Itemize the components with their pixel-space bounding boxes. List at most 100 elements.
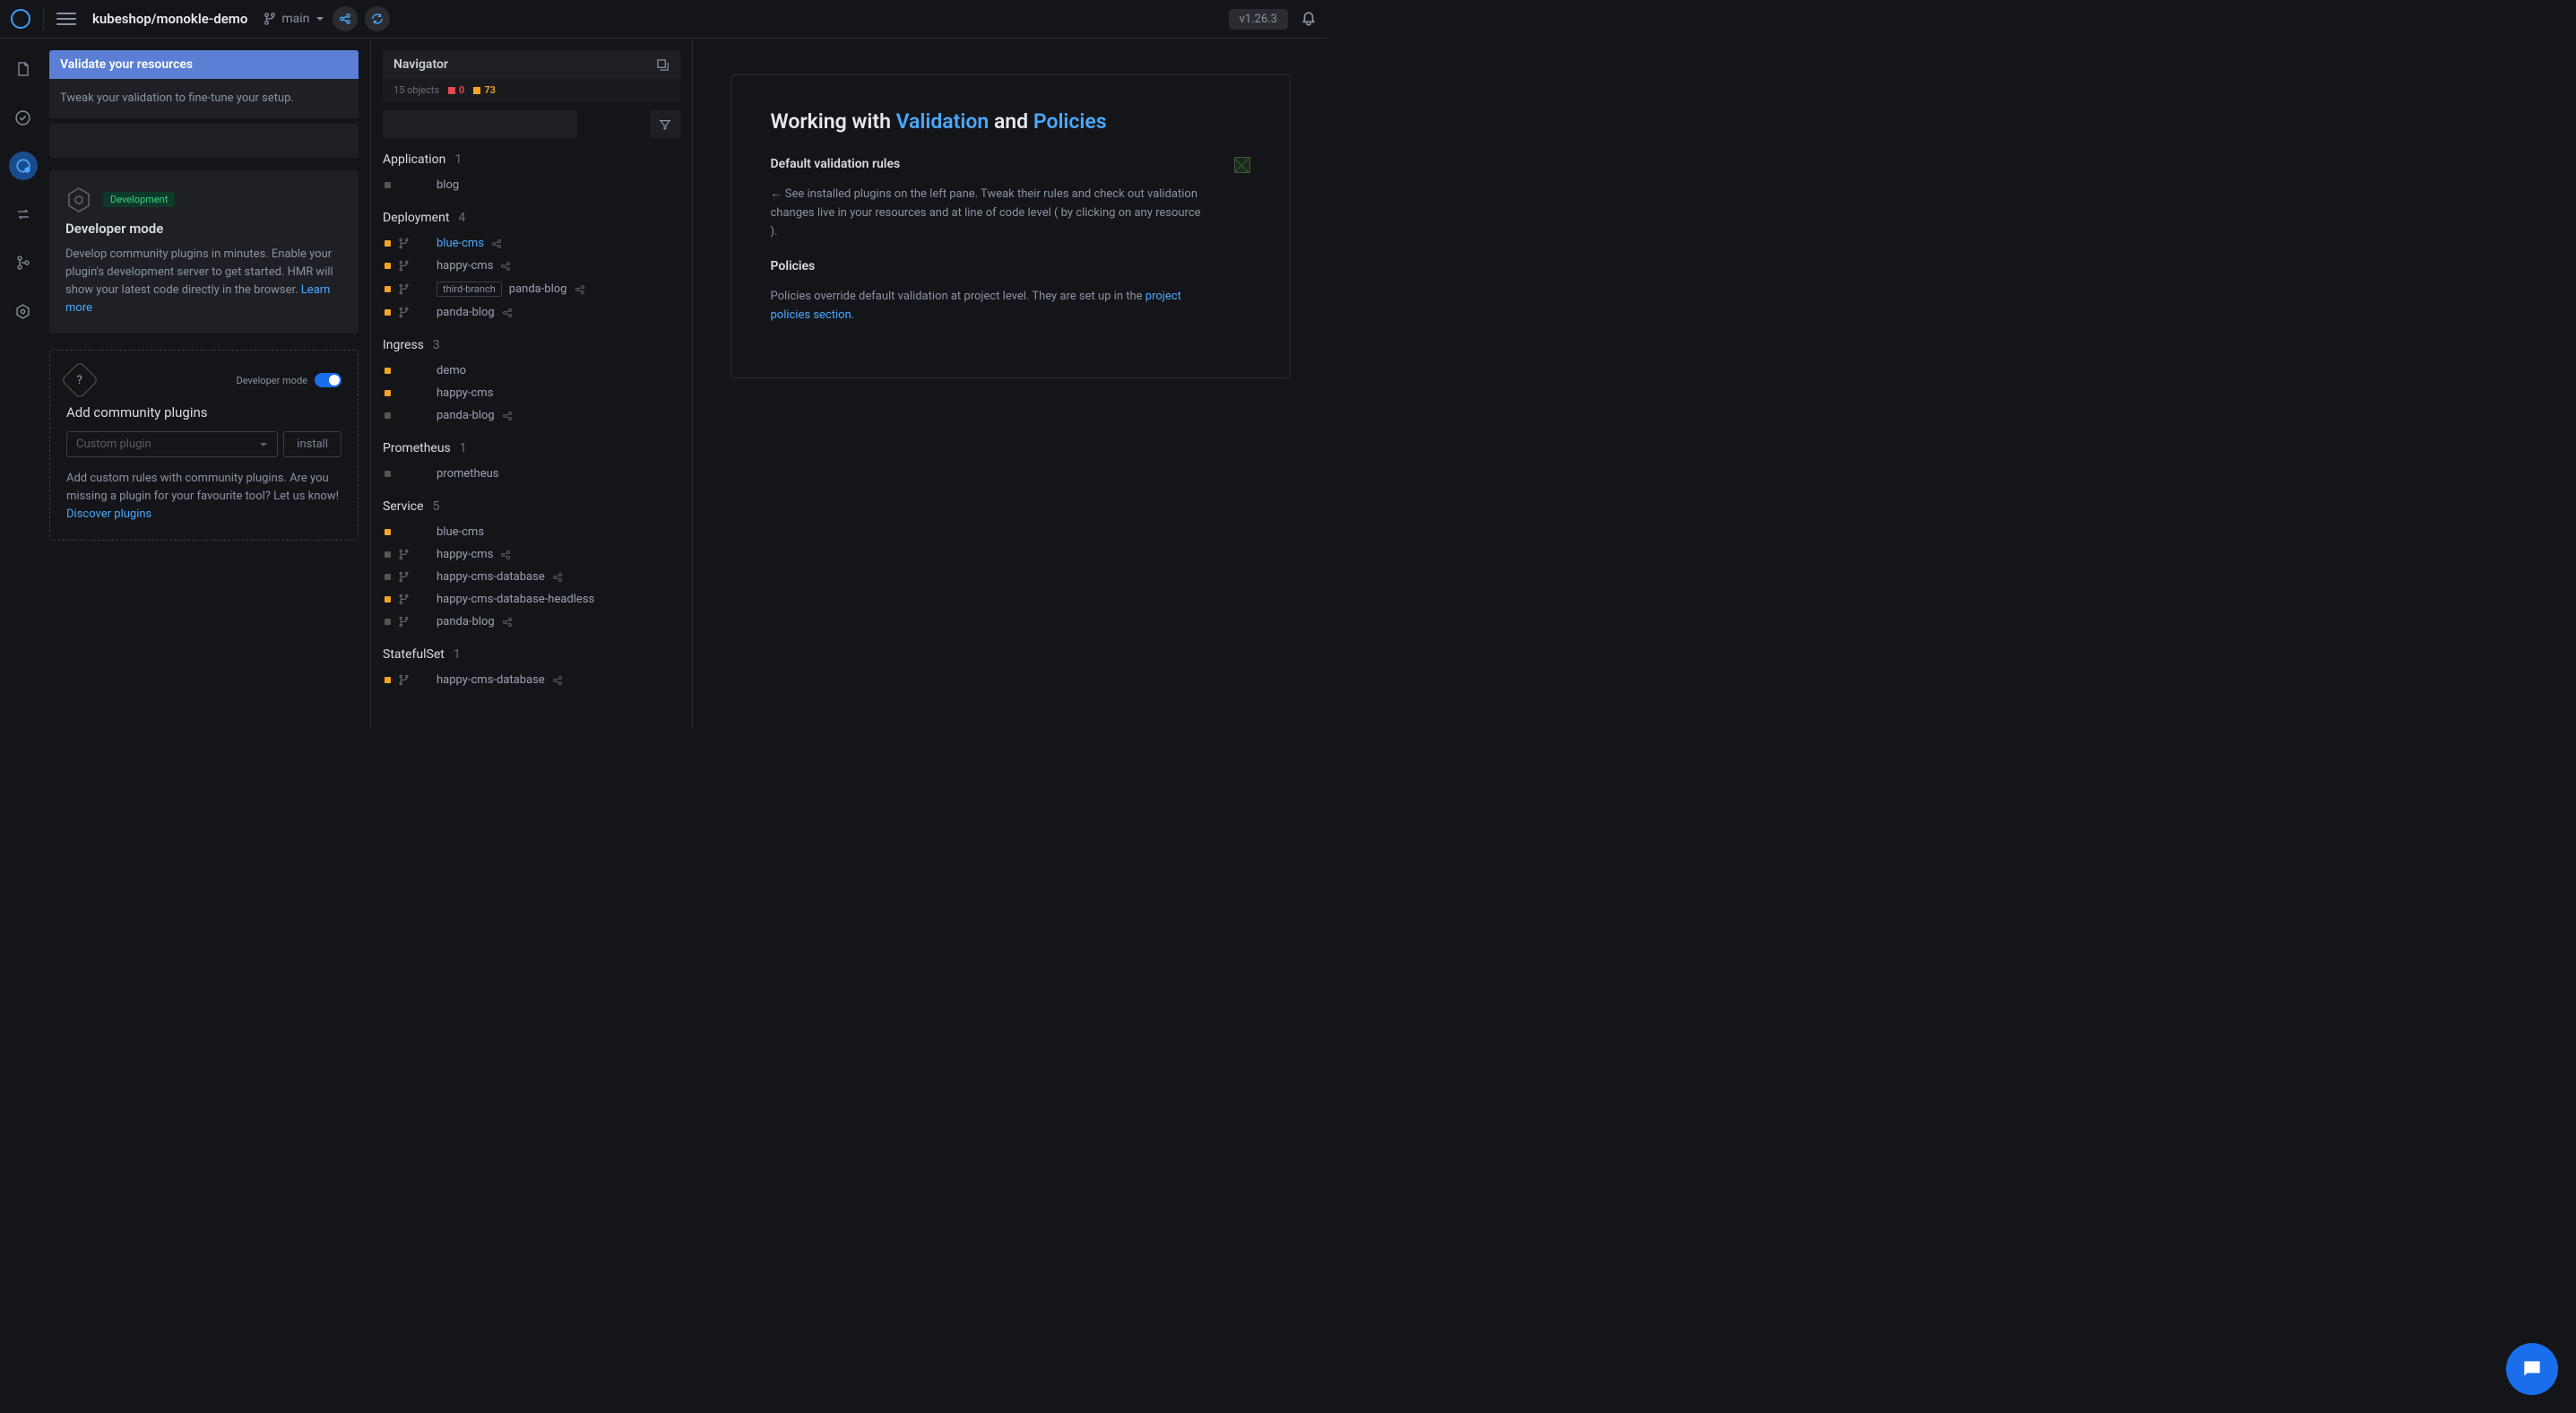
- search-input[interactable]: [383, 110, 577, 138]
- git-branch-icon: [264, 13, 276, 25]
- dev-hex-icon: [65, 186, 92, 213]
- group-header[interactable]: Deployment4: [383, 211, 680, 225]
- status-dot: [385, 286, 391, 292]
- resource-item[interactable]: happy-cms-database-headless: [383, 588, 680, 611]
- resource-name: panda-blog: [437, 306, 495, 319]
- resource-item[interactable]: happy-cms: [383, 543, 680, 566]
- chat-icon: [2520, 1357, 2544, 1381]
- bell-icon: [1301, 11, 1317, 27]
- chevron-down-icon: [315, 13, 325, 24]
- developer-mode-toggle[interactable]: [315, 373, 341, 387]
- discover-plugins-link[interactable]: Discover plugins: [66, 507, 151, 521]
- resource-item[interactable]: prometheus: [383, 463, 680, 485]
- project-name: kubeshop/monokle-demo: [92, 11, 247, 27]
- resource-item[interactable]: demo: [383, 360, 680, 382]
- branch-icon: [398, 260, 410, 272]
- branch-selector[interactable]: main: [264, 12, 325, 26]
- branch-icon: [398, 571, 410, 583]
- resource-item[interactable]: third-branchpanda-blog: [383, 277, 680, 301]
- resource-item[interactable]: blog: [383, 174, 680, 196]
- resource-name: panda-blog: [437, 615, 495, 628]
- group-header[interactable]: Service5: [383, 499, 680, 514]
- resource-item[interactable]: happy-cms: [383, 255, 680, 277]
- activity-check[interactable]: [9, 103, 38, 132]
- share-icon: [502, 617, 513, 628]
- share-icon: [339, 13, 351, 25]
- resource-name: happy-cms-database: [437, 570, 545, 584]
- toggle-label: Developer mode: [237, 375, 307, 386]
- navigator-title: Navigator: [393, 57, 448, 72]
- error-count: 0: [448, 84, 464, 96]
- resource-item[interactable]: happy-cms: [383, 382, 680, 404]
- file-icon: [16, 62, 30, 76]
- check-circle-icon: [15, 110, 30, 126]
- status-dot: [385, 529, 391, 535]
- resource-item[interactable]: happy-cms-database: [383, 669, 680, 691]
- activity-settings[interactable]: [9, 297, 38, 325]
- resource-item[interactable]: blue-cms: [383, 232, 680, 255]
- status-dot: [385, 574, 391, 580]
- refresh-icon: [371, 13, 384, 25]
- group-header[interactable]: Ingress3: [383, 338, 680, 352]
- resource-name: happy-cms: [437, 386, 493, 400]
- share-button[interactable]: [333, 6, 358, 31]
- group-header[interactable]: Prometheus1: [383, 441, 680, 455]
- branch-icon: [398, 283, 410, 295]
- status-dot: [385, 240, 391, 247]
- validate-header[interactable]: Validate your resources: [49, 50, 359, 79]
- status-dot: [385, 596, 391, 602]
- branch-icon: [398, 674, 410, 686]
- resource-name: happy-cms-database-headless: [437, 593, 594, 606]
- image-placeholder: [1234, 157, 1250, 173]
- resource-item[interactable]: panda-blog: [383, 404, 680, 427]
- filter-button[interactable]: [650, 110, 680, 138]
- group-header[interactable]: StatefulSet1: [383, 647, 680, 662]
- arrows-icon: [16, 207, 30, 221]
- resource-name: blue-cms: [437, 525, 484, 539]
- install-button[interactable]: install: [283, 431, 341, 457]
- object-count: 15 objects: [393, 84, 439, 96]
- validation-info-card: Working with Validation and Policies Def…: [730, 74, 1291, 378]
- share-icon: [575, 284, 585, 295]
- status-dot: [385, 263, 391, 269]
- activity-validation[interactable]: [9, 152, 38, 180]
- notifications-button[interactable]: [1301, 11, 1317, 27]
- resource-name: prometheus: [437, 467, 498, 481]
- default-rules-text: ← See installed plugins on the left pane…: [771, 186, 1207, 241]
- status-dot: [385, 677, 391, 683]
- activity-git[interactable]: [9, 248, 38, 277]
- status-dot: [385, 390, 391, 396]
- status-dot: [385, 471, 391, 477]
- community-plugins-card: ? Developer mode Add community plugins C…: [49, 350, 359, 541]
- developer-mode-title: Developer mode: [65, 221, 342, 237]
- branch-icon: [398, 594, 410, 605]
- resource-name: demo: [437, 364, 466, 377]
- developer-mode-description: Develop community plugins in minutes. En…: [65, 246, 342, 318]
- branch-name: main: [281, 12, 309, 26]
- share-icon: [502, 411, 513, 421]
- plugin-select[interactable]: Custom plugin: [66, 431, 278, 457]
- activity-file[interactable]: [9, 55, 38, 83]
- separator: [43, 8, 44, 30]
- collapsed-card[interactable]: [49, 124, 359, 158]
- resource-item[interactable]: panda-blog: [383, 301, 680, 324]
- resource-name: happy-cms: [437, 548, 493, 561]
- resource-name: happy-cms-database: [437, 673, 545, 687]
- resource-item[interactable]: happy-cms-database: [383, 566, 680, 588]
- default-rules-heading: Default validation rules: [771, 157, 1207, 171]
- app-logo[interactable]: [11, 9, 30, 29]
- warning-count: 73: [473, 84, 496, 96]
- status-dot: [385, 368, 391, 374]
- chat-button[interactable]: [2506, 1343, 2558, 1395]
- hexagon-icon: [15, 304, 30, 319]
- version-badge[interactable]: v1.26.3: [1229, 9, 1288, 30]
- question-icon: ?: [61, 361, 99, 399]
- community-plugins-title: Add community plugins: [66, 404, 341, 420]
- expand-icon[interactable]: [656, 58, 670, 72]
- group-header[interactable]: Application1: [383, 152, 680, 167]
- resource-item[interactable]: panda-blog: [383, 611, 680, 633]
- menu-button[interactable]: [56, 13, 76, 25]
- resource-item[interactable]: blue-cms: [383, 521, 680, 543]
- activity-compare[interactable]: [9, 200, 38, 229]
- refresh-button[interactable]: [365, 6, 390, 31]
